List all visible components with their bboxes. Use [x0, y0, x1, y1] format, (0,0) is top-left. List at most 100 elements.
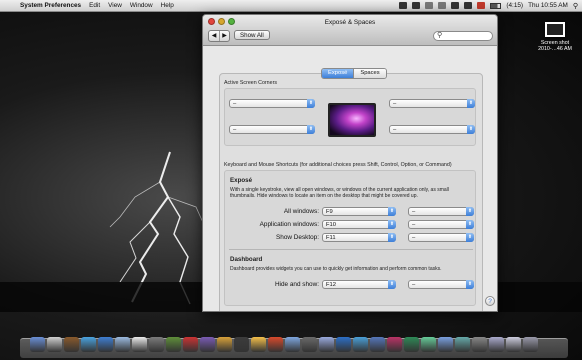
menu-window[interactable]: Window: [130, 2, 153, 9]
corners-label: Active Screen Corners: [224, 80, 277, 86]
menu-edit[interactable]: Edit: [89, 2, 100, 9]
dock-app-icon[interactable]: [183, 337, 198, 352]
all-windows-key: F9: [326, 209, 333, 215]
app-windows-mouse-popup[interactable]: – ⬍: [408, 220, 474, 229]
app-windows-key-popup[interactable]: F10 ⬍: [322, 220, 396, 229]
hide-show-key-popup[interactable]: F12 ⬍: [322, 280, 396, 289]
dock-app-icon[interactable]: [30, 337, 45, 352]
dock-app-icon[interactable]: [421, 337, 436, 352]
tab-expose[interactable]: Exposé: [322, 69, 354, 78]
tab-bar: Exposé Spaces: [321, 68, 387, 79]
dock-app-icon[interactable]: [506, 337, 521, 352]
dock-app-icon[interactable]: [234, 337, 249, 352]
dock-app-icon[interactable]: [370, 337, 385, 352]
show-all-button[interactable]: Show All: [234, 30, 270, 40]
show-desktop-key-popup[interactable]: F11 ⬍: [322, 233, 396, 242]
battery-icon[interactable]: [490, 2, 502, 9]
hide-show-mouse: –: [412, 282, 416, 288]
desktop-file-screenshot[interactable]: Screen shot 2010-…46 AM: [532, 22, 578, 52]
dock-app-icon[interactable]: [98, 337, 113, 352]
popup-arrows-icon: ⬍: [388, 207, 396, 216]
app-menu[interactable]: System Preferences: [20, 2, 81, 9]
show-desktop-key: F11: [326, 235, 336, 241]
popup-arrows-icon: ⬍: [307, 125, 315, 134]
bluetooth-icon[interactable]: [438, 2, 447, 9]
all-windows-key-popup[interactable]: F9 ⬍: [322, 207, 396, 216]
menu-bar: System Preferences Edit View Window Help…: [0, 0, 582, 12]
dock-app-icon[interactable]: [489, 337, 504, 352]
dock-icons: [30, 337, 538, 352]
dock-app-icon[interactable]: [523, 337, 538, 352]
dock-app-icon[interactable]: [64, 337, 79, 352]
time-machine-icon[interactable]: [425, 2, 434, 9]
show-desktop-mouse: –: [412, 235, 416, 241]
dock-app-icon[interactable]: [132, 337, 147, 352]
screen-preview-image: [328, 103, 376, 137]
popup-arrows-icon: ⬍: [388, 233, 396, 242]
battery-time[interactable]: (4:15): [506, 2, 523, 9]
file-thumbnail-icon: [545, 22, 565, 37]
corner-bottom-right-popup[interactable]: – ⬍: [389, 125, 475, 134]
dock-app-icon[interactable]: [81, 337, 96, 352]
section-divider: [229, 249, 473, 250]
popup-arrows-icon: ⬍: [466, 280, 474, 289]
app-windows-key: F10: [326, 222, 336, 228]
popup-arrows-icon: ⬍: [388, 220, 396, 229]
dock-app-icon[interactable]: [302, 337, 317, 352]
search-field[interactable]: ⚲: [433, 31, 493, 41]
popup-arrows-icon: ⬍: [466, 233, 474, 242]
dropbox-icon[interactable]: [399, 2, 408, 9]
dock-app-icon[interactable]: [251, 337, 266, 352]
dock-app-icon[interactable]: [217, 337, 232, 352]
corner-top-left-popup[interactable]: – ⬍: [229, 99, 315, 108]
hide-show-label: Hide and show:: [274, 281, 319, 288]
popup-arrows-icon: ⬍: [388, 280, 396, 289]
dock-app-icon[interactable]: [455, 337, 470, 352]
dock-app-icon[interactable]: [319, 337, 334, 352]
popup-arrows-icon: ⬍: [467, 125, 475, 134]
corner-top-left-value: –: [233, 101, 237, 107]
clock[interactable]: Thu 10:55 AM: [528, 2, 568, 9]
corner-bottom-left-popup[interactable]: – ⬍: [229, 125, 315, 134]
dock-app-icon[interactable]: [285, 337, 300, 352]
spotlight-icon[interactable]: ⚲: [573, 2, 578, 10]
menu-view[interactable]: View: [108, 2, 122, 9]
help-button[interactable]: ?: [485, 296, 495, 306]
dock-app-icon[interactable]: [438, 337, 453, 352]
dock-app-icon[interactable]: [200, 337, 215, 352]
window-titlebar[interactable]: Exposé & Spaces ◀ ▶ Show All ⚲: [203, 15, 497, 46]
dock-app-icon[interactable]: [353, 337, 368, 352]
file-name-line2: 2010-…46 AM: [538, 46, 572, 52]
search-icon: ⚲: [437, 32, 443, 39]
all-windows-label: All windows:: [283, 208, 319, 215]
forward-button[interactable]: ▶: [219, 31, 229, 41]
show-desktop-mouse-popup[interactable]: – ⬍: [408, 233, 474, 242]
dock-app-icon[interactable]: [268, 337, 283, 352]
dock-app-icon[interactable]: [472, 337, 487, 352]
back-button[interactable]: ◀: [209, 31, 219, 41]
hide-show-mouse-popup[interactable]: – ⬍: [408, 280, 474, 289]
status-icon[interactable]: [412, 2, 421, 9]
all-windows-mouse-popup[interactable]: – ⬍: [408, 207, 474, 216]
dock-app-icon[interactable]: [115, 337, 130, 352]
preferences-content: Exposé Spaces Active Screen Corners – ⬍ –…: [203, 46, 497, 311]
menu-help[interactable]: Help: [161, 2, 174, 9]
volume-icon[interactable]: [464, 2, 473, 9]
preferences-window: Exposé & Spaces ◀ ▶ Show All ⚲ Exposé Sp…: [202, 14, 498, 312]
dock-app-icon[interactable]: [336, 337, 351, 352]
dock-app-icon[interactable]: [149, 337, 164, 352]
expose-description: With a single keystroke, view all open w…: [230, 187, 449, 200]
corner-top-right-popup[interactable]: – ⬍: [389, 99, 475, 108]
app-windows-mouse: –: [412, 222, 416, 228]
corners-group: – ⬍ – ⬍ – ⬍ – ⬍: [224, 88, 476, 146]
dock-app-icon[interactable]: [47, 337, 62, 352]
flag-icon[interactable]: [477, 2, 486, 9]
show-desktop-label: Show Desktop:: [276, 234, 319, 241]
wifi-icon[interactable]: [451, 2, 460, 9]
dock-app-icon[interactable]: [387, 337, 402, 352]
dock-app-icon[interactable]: [404, 337, 419, 352]
tab-spaces[interactable]: Spaces: [353, 69, 386, 78]
popup-arrows-icon: ⬍: [467, 99, 475, 108]
tab-panel: Active Screen Corners – ⬍ – ⬍ – ⬍ – ⬍ Keyboa…: [219, 73, 483, 311]
dock-app-icon[interactable]: [166, 337, 181, 352]
